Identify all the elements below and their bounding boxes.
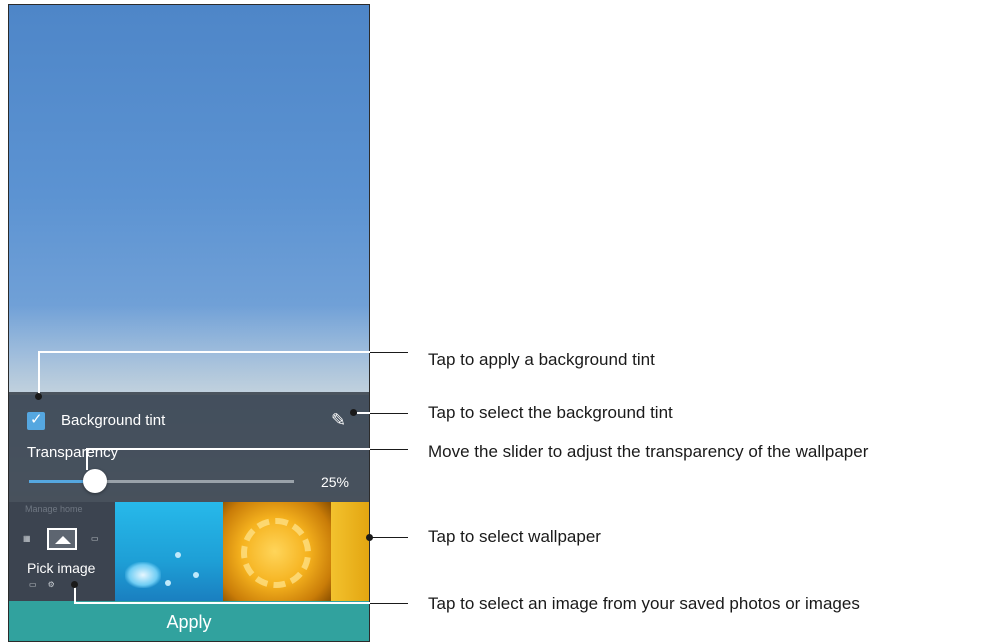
callout-dot: [71, 581, 78, 588]
callout-line: [86, 448, 370, 450]
background-tint-checkbox[interactable]: ✓: [27, 410, 45, 430]
water-splash: [125, 562, 161, 588]
phone-screen: ✓ Background tint ✎ Transparency 25% Man…: [8, 4, 370, 642]
callout-text: Tap to select wallpaper: [428, 527, 601, 546]
background-tint-row: ✓ Background tint ✎: [27, 410, 357, 432]
wallpaper-thumb-yellow[interactable]: [331, 502, 369, 601]
callout-text: Tap to select the background tint: [428, 403, 673, 422]
wallpaper-preview: [9, 305, 369, 395]
widget-icon: ▭: [91, 534, 99, 543]
check-icon: ✓: [30, 410, 43, 428]
settings-panel: ✓ Background tint ✎ Transparency 25%: [9, 392, 369, 502]
manage-home-text: Manage home: [25, 504, 83, 514]
pick-image-label: Pick image: [27, 560, 96, 576]
callout-line: [370, 603, 408, 604]
callout-line: [370, 413, 408, 414]
transparency-slider[interactable]: [29, 480, 294, 483]
callout-text: Move the slider to adjust the transparen…: [428, 442, 869, 461]
callout-dot: [350, 409, 357, 416]
callout-line: [370, 449, 408, 450]
callout-text: Tap to select an image from your saved p…: [428, 594, 860, 613]
water-drop: [193, 572, 199, 578]
water-drop: [175, 552, 181, 558]
pick-image-tile[interactable]: Manage home ▦ ▭ Pick image ▭ ⚙: [9, 502, 115, 601]
callout-line: [86, 448, 88, 470]
grid-icon: ▦: [23, 534, 31, 543]
rope-coil: [241, 518, 311, 588]
callout-line: [74, 602, 370, 604]
callout-dot: [366, 534, 373, 541]
gallery-icon: [47, 528, 77, 550]
wallpaper-strip[interactable]: Manage home ▦ ▭ Pick image ▭ ⚙: [9, 502, 369, 601]
callout-line: [357, 412, 370, 414]
callout-line: [38, 351, 370, 353]
water-drop: [165, 580, 171, 586]
slider-knob[interactable]: [83, 469, 107, 493]
small-options-icon: ▭ ⚙: [29, 580, 55, 589]
background-tint-label: Background tint: [61, 412, 166, 429]
wallpaper-thumb-rope[interactable]: [223, 502, 331, 601]
callout-dot: [35, 393, 42, 400]
transparency-percent: 25%: [320, 474, 349, 490]
callout-line: [370, 537, 408, 538]
pencil-icon[interactable]: ✎: [331, 410, 351, 431]
wallpaper-thumb-water[interactable]: [115, 502, 223, 601]
apply-label: Apply: [166, 612, 212, 632]
callout-text: Tap to apply a background tint: [428, 350, 655, 369]
apply-button[interactable]: Apply: [9, 601, 369, 641]
transparency-label: Transparency: [27, 444, 119, 461]
callout-line: [370, 352, 408, 353]
callout-line: [38, 351, 40, 396]
